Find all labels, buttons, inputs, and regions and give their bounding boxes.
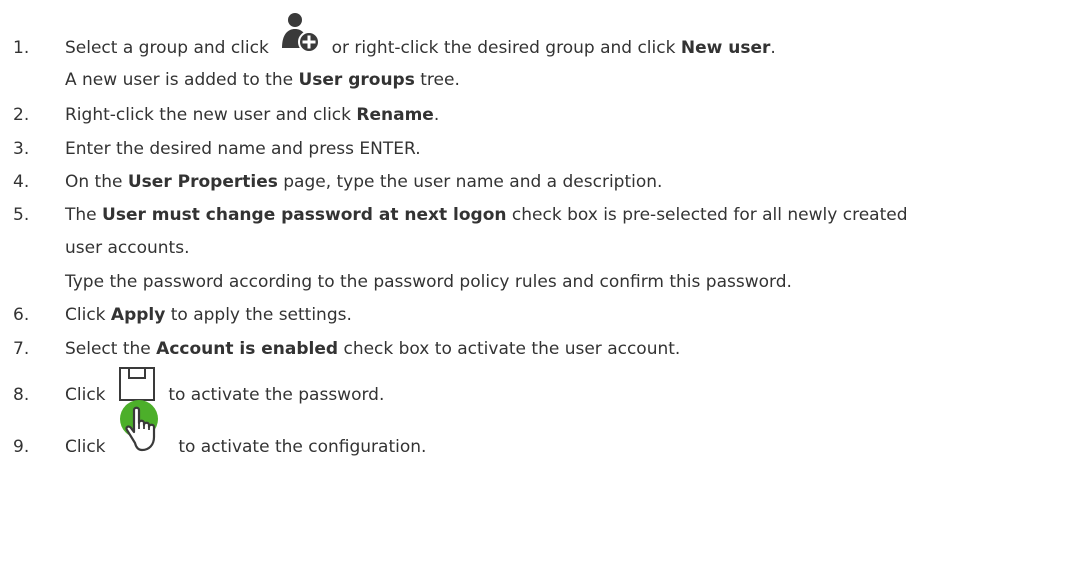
text-run: page, type the user name and a descripti… — [277, 172, 663, 192]
step-number: 8. — [13, 385, 30, 405]
step-number: 1. — [13, 38, 30, 58]
step-number: 3. — [13, 139, 30, 159]
ui-term: Account is enabled — [156, 339, 339, 359]
text-run: Right-click the new user and click — [65, 105, 357, 125]
ui-term: User groups — [298, 70, 415, 90]
text-run: Click — [65, 305, 111, 325]
step-number: 6. — [13, 305, 30, 325]
text-run: check box to activate the user account. — [338, 339, 681, 359]
text-run: to activate the configuration. — [172, 437, 427, 457]
step-text: On the User Properties page, type the us… — [65, 170, 662, 194]
step-text: Select a group and click or right-click … — [65, 13, 776, 60]
add-user-icon — [280, 13, 321, 60]
step-text: The User must change password at next lo… — [65, 203, 908, 227]
text-run: Type the password according to the passw… — [65, 272, 792, 292]
ui-term: User must change password at next logon — [102, 205, 507, 225]
step-number: 7. — [13, 339, 30, 359]
ui-term: Rename — [356, 105, 434, 125]
ui-term: Apply — [110, 305, 166, 325]
text-run: Select the — [65, 339, 157, 359]
text-run: check box is pre-selected for all newly … — [506, 205, 908, 225]
step-text: Right-click the new user and click Renam… — [65, 103, 439, 127]
step-number: 4. — [13, 172, 30, 192]
text-run: . — [433, 105, 440, 125]
text-run: Click — [65, 385, 111, 405]
text-run: Select a group and click — [65, 38, 275, 58]
text-run: to apply the settings. — [165, 305, 352, 325]
step-number: 2. — [13, 105, 30, 125]
step-text: Type the password according to the passw… — [65, 270, 792, 294]
step-text: Click to activate the configuration. — [65, 400, 427, 459]
activate-configuration-icon — [117, 400, 167, 459]
step-text: user accounts. — [65, 236, 189, 260]
step-text: Click Apply to apply the settings. — [65, 303, 352, 327]
text-run: Click — [65, 437, 111, 457]
text-run: or right-click the desired group and cli… — [326, 38, 681, 58]
text-run: . — [770, 38, 776, 58]
text-run: tree. — [414, 70, 460, 90]
step-text: Enter the desired name and press ENTER. — [65, 137, 421, 161]
step-text: Click to activate the password. — [65, 367, 385, 407]
text-run: The — [65, 205, 103, 225]
step-number: 9. — [13, 437, 30, 457]
text-run: user accounts. — [65, 238, 190, 258]
step-text: A new user is added to the User groups t… — [65, 68, 460, 92]
text-run: to activate the password. — [162, 385, 385, 405]
ui-term: User Properties — [127, 172, 278, 192]
text-run: On the — [65, 172, 128, 192]
text-run: A new user is added to the — [65, 70, 299, 90]
step-text: Select the Account is enabled check box … — [65, 337, 680, 361]
text-run: Enter the desired name and press ENTER. — [65, 139, 421, 159]
ui-term: New user — [680, 38, 771, 58]
step-number: 5. — [13, 205, 30, 225]
